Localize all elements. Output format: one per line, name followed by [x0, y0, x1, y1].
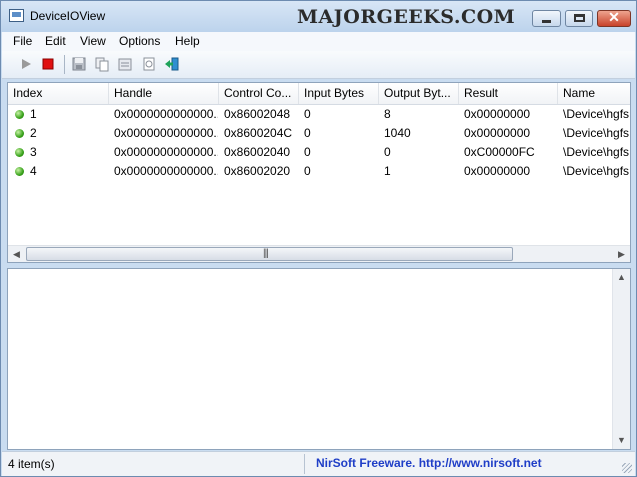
cell-input-bytes: 0 — [304, 145, 311, 159]
save-icon[interactable] — [71, 56, 87, 72]
grip-icon: ||| — [263, 248, 269, 259]
menu-options[interactable]: Options — [119, 34, 160, 48]
horizontal-scrollbar[interactable]: ◀ ||| ▶ — [8, 245, 630, 262]
menu-file[interactable]: File — [13, 34, 32, 48]
cell-input-bytes: 0 — [304, 107, 311, 121]
column-header-result[interactable]: Result — [459, 83, 558, 104]
app-icon — [9, 9, 24, 22]
cell-output-bytes: 8 — [384, 107, 391, 121]
status-bar: 4 item(s) NirSoft Freeware. http://www.n… — [2, 451, 635, 476]
column-header-control-code[interactable]: Control Co... — [219, 83, 299, 104]
cell-name: \Device\hgfs — [563, 145, 630, 159]
menu-edit[interactable]: Edit — [45, 34, 66, 48]
cell-index: 4 — [30, 164, 37, 178]
item-count: 4 item(s) — [8, 457, 55, 471]
scroll-left-icon[interactable]: ◀ — [8, 246, 25, 262]
status-dot-icon — [15, 167, 24, 176]
menu-view[interactable]: View — [80, 34, 106, 48]
window-title: DeviceIOView — [30, 9, 106, 23]
title-bar[interactable]: DeviceIOView MajorGeeks.com ✕ — [1, 1, 636, 32]
cell-index: 3 — [30, 145, 37, 159]
table-row[interactable]: 3 0x0000000000000... 0x86002040 0 0 0xC0… — [8, 143, 630, 162]
scrollbar-thumb[interactable]: ||| — [26, 247, 513, 261]
cell-result: 0xC00000FC — [464, 145, 535, 159]
scroll-up-icon[interactable]: ▲ — [613, 269, 630, 286]
cell-control-code: 0x8600204C — [224, 126, 293, 140]
column-header-handle[interactable]: Handle — [109, 83, 219, 104]
stop-icon[interactable] — [40, 56, 56, 72]
cell-output-bytes: 1 — [384, 164, 391, 178]
table-row[interactable]: 1 0x0000000000000... 0x86002048 0 8 0x00… — [8, 105, 630, 124]
column-header-name[interactable]: Name — [558, 83, 630, 104]
toolbar — [2, 51, 635, 79]
scroll-down-icon[interactable]: ▼ — [613, 432, 630, 449]
cell-input-bytes: 0 — [304, 164, 311, 178]
maximize-button[interactable] — [565, 10, 593, 27]
table-row[interactable]: 2 0x0000000000000... 0x8600204C 0 1040 0… — [8, 124, 630, 143]
exit-icon[interactable] — [164, 56, 180, 72]
details-pane[interactable]: ▲ ▼ — [7, 268, 631, 450]
cell-handle: 0x0000000000000... — [114, 107, 218, 121]
column-header-input-bytes[interactable]: Input Bytes — [299, 83, 379, 104]
cell-control-code: 0x86002020 — [224, 164, 291, 178]
status-dot-icon — [15, 129, 24, 138]
cell-index: 1 — [30, 107, 37, 121]
html-report-icon[interactable] — [141, 56, 157, 72]
vertical-scrollbar[interactable]: ▲ ▼ — [612, 269, 630, 449]
device-io-table[interactable]: Index Handle Control Co... Input Bytes O… — [7, 82, 631, 263]
status-divider — [304, 454, 305, 474]
cell-handle: 0x0000000000000... — [114, 145, 218, 159]
cell-name: \Device\hgfs — [563, 164, 630, 178]
cell-input-bytes: 0 — [304, 126, 311, 140]
status-dot-icon — [15, 148, 24, 157]
cell-handle: 0x0000000000000... — [114, 126, 218, 140]
cell-index: 2 — [30, 126, 37, 140]
table-header: Index Handle Control Co... Input Bytes O… — [8, 83, 630, 105]
properties-icon[interactable] — [117, 56, 133, 72]
menu-bar: File Edit View Options Help — [2, 32, 635, 51]
close-button[interactable]: ✕ — [597, 9, 631, 27]
cell-result: 0x00000000 — [464, 107, 531, 121]
majorgeeks-watermark: MajorGeeks.com — [297, 6, 516, 28]
toolbar-separator — [64, 55, 65, 74]
close-icon: ✕ — [608, 9, 620, 25]
cell-result: 0x00000000 — [464, 126, 531, 140]
cell-control-code: 0x86002040 — [224, 145, 291, 159]
status-dot-icon — [15, 110, 24, 119]
cell-result: 0x00000000 — [464, 164, 531, 178]
cell-output-bytes: 0 — [384, 145, 391, 159]
cell-name: \Device\hgfs — [563, 126, 630, 140]
cell-output-bytes: 1040 — [384, 126, 411, 140]
cell-control-code: 0x86002048 — [224, 107, 291, 121]
menu-help[interactable]: Help — [175, 34, 200, 48]
minimize-icon — [542, 20, 551, 23]
app-window: DeviceIOView MajorGeeks.com ✕ File Edit … — [0, 0, 637, 477]
copy-icon[interactable] — [94, 56, 110, 72]
column-header-index[interactable]: Index — [8, 83, 109, 104]
resize-grip-icon[interactable] — [622, 463, 632, 473]
scroll-right-icon[interactable]: ▶ — [613, 246, 630, 262]
column-header-output-bytes[interactable]: Output Byt... — [379, 83, 459, 104]
cell-name: \Device\hgfs — [563, 107, 630, 121]
minimize-button[interactable] — [532, 10, 561, 27]
nirsoft-link[interactable]: NirSoft Freeware. http://www.nirsoft.net — [316, 456, 542, 470]
maximize-icon — [574, 14, 585, 22]
table-row[interactable]: 4 0x0000000000000... 0x86002020 0 1 0x00… — [8, 162, 630, 181]
play-icon[interactable] — [18, 56, 34, 72]
cell-handle: 0x0000000000000... — [114, 164, 218, 178]
